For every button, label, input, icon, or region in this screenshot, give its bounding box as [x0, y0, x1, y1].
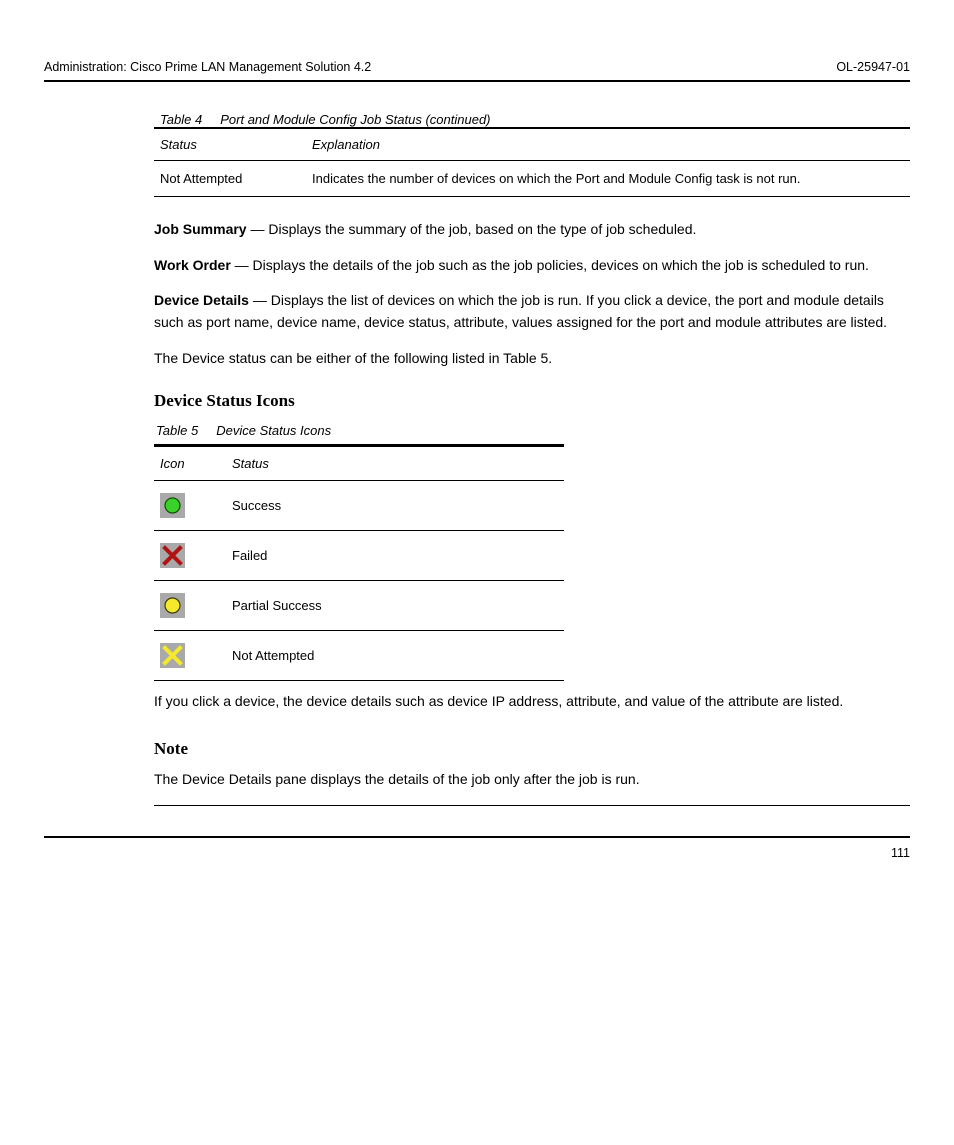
label-device-details: Device Details	[154, 292, 249, 308]
label-work-order: Work Order	[154, 257, 231, 273]
table5-container: Table 5 Device Status Icons Icon Status	[154, 423, 910, 681]
table-row: Not Attempted Indicates the number of de…	[154, 161, 910, 197]
table4-row-explanation: Indicates the number of devices on which…	[306, 161, 910, 197]
label-job-summary: Job Summary	[154, 221, 247, 237]
table5-row1-status: Failed	[226, 531, 564, 581]
table5: Icon Status Success	[154, 444, 564, 681]
text-work-order: — Displays the details of the job such a…	[231, 257, 869, 273]
page-header: Administration: Cisco Prime LAN Manageme…	[44, 60, 910, 82]
section-heading-device-status-icons: Device Status Icons	[154, 391, 910, 411]
table5-row3-status: Not Attempted	[226, 631, 564, 681]
table5-caption: Device Status Icons	[216, 423, 331, 438]
table-row: Not Attempted	[154, 631, 564, 681]
status-partial-success-icon	[160, 593, 185, 618]
status-success-icon	[160, 493, 185, 518]
table4-caption-prefix: Table 4	[160, 112, 202, 127]
header-right: OL-25947-01	[836, 60, 910, 74]
table5-row2-status: Partial Success	[226, 581, 564, 631]
table4-col-status: Status	[154, 128, 306, 161]
text-device-details: — Displays the list of devices on which …	[154, 292, 887, 330]
table5-caption-prefix: Table 5	[156, 423, 198, 438]
note-body: The Device Details pane displays the det…	[154, 769, 910, 806]
header-left: Administration: Cisco Prime LAN Manageme…	[44, 60, 371, 74]
table4-row-status: Not Attempted	[154, 161, 306, 197]
para-device-details: Device Details — Displays the list of de…	[154, 290, 910, 333]
status-not-attempted-icon	[160, 643, 185, 668]
footer-right: 111	[891, 846, 910, 860]
text-job-summary: — Displays the summary of the job, based…	[247, 221, 697, 237]
table5-col-icon: Icon	[154, 446, 226, 481]
para-work-order: Work Order — Displays the details of the…	[154, 255, 910, 277]
table4-container: Table 4 Port and Module Config Job Statu…	[154, 112, 910, 197]
table-row: Failed	[154, 531, 564, 581]
table5-col-status: Status	[226, 446, 564, 481]
page-footer: 111	[44, 836, 910, 860]
note-heading: Note	[154, 739, 910, 759]
para-lead-in: The Device status can be either of the f…	[154, 348, 910, 370]
text-lead-in: The Device status can be either of the f…	[154, 350, 552, 366]
para-post-table: If you click a device, the device detail…	[154, 691, 910, 713]
table-row: Success	[154, 481, 564, 531]
para-job-summary: Job Summary — Displays the summary of th…	[154, 219, 910, 241]
status-failed-icon	[160, 543, 185, 568]
table4: Table 4 Port and Module Config Job Statu…	[154, 112, 910, 197]
table5-row0-status: Success	[226, 481, 564, 531]
table4-caption: Port and Module Config Job Status (conti…	[220, 112, 490, 127]
table4-col-explanation: Explanation	[306, 128, 910, 161]
table-row: Partial Success	[154, 581, 564, 631]
